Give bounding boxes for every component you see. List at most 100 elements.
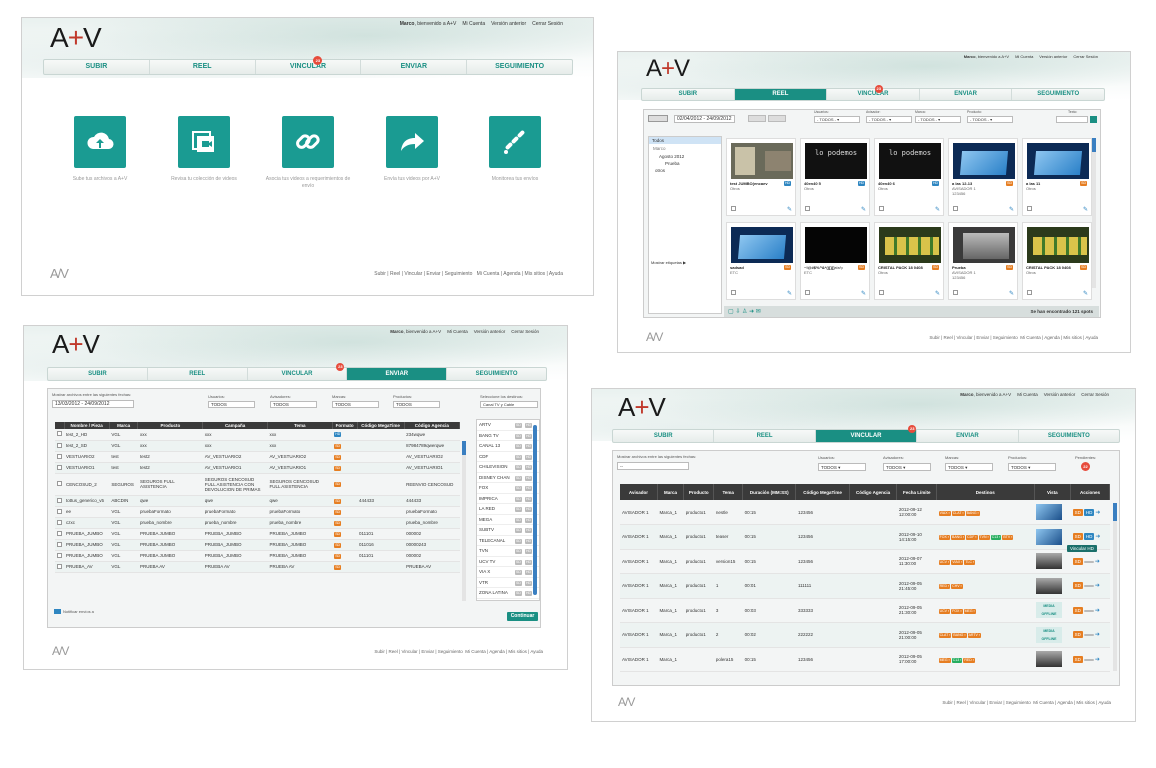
continue-button[interactable]: Continuar — [507, 612, 538, 621]
hd-toggle[interactable]: HD — [525, 559, 533, 565]
row-checkbox[interactable] — [57, 481, 62, 486]
table-row[interactable]: ee VGL pruebaFormato pruebaFormato pruebaFor… — [55, 506, 460, 518]
date-range-input[interactable]: 02/04/2012 - 24/09/2012 — [674, 115, 735, 123]
column-header[interactable]: Destinos — [936, 484, 1035, 500]
home-tile-3[interactable] — [282, 116, 334, 168]
link-hd-button[interactable]: HD — [1083, 508, 1095, 516]
row-checkbox[interactable] — [57, 563, 62, 569]
filter-select[interactable]: TODOS ▾ — [1008, 463, 1056, 471]
row-checkbox[interactable] — [57, 508, 62, 514]
hd-toggle[interactable]: HD — [525, 465, 533, 470]
hd-toggle[interactable]: HD — [525, 549, 533, 554]
footer-account-links[interactable]: Mi Cuenta | Agenda | Mis sitios | Ayuda — [477, 271, 563, 277]
destination-tag[interactable]: FOX ▪ — [938, 535, 950, 541]
tab-enviar[interactable]: ENVIAR — [347, 368, 448, 380]
table-row[interactable]: AVISADOR 1 Marca_1 producto1 3 00:03 333333 20… — [620, 598, 1110, 623]
previous-version-link[interactable]: Versión anterior — [474, 329, 506, 334]
table-scrollbar[interactable] — [462, 441, 466, 601]
sd-toggle[interactable]: SD — [515, 591, 522, 596]
row-checkbox-cell[interactable] — [55, 528, 64, 540]
destination-item[interactable]: VTR SD HD — [477, 578, 539, 588]
table-row[interactable]: VESTUARIO2 test test2 AV_VESTUARIO2 AV_VESTU… — [55, 451, 460, 463]
destination-item[interactable]: TELECANAL SD HD — [477, 536, 539, 546]
link-hd-button[interactable] — [1083, 658, 1094, 661]
tree-folder[interactable]: Agosto 2012 — [649, 153, 721, 160]
video-card[interactable]: lo podemos 40en40 6 Otros HD ✎ — [874, 138, 944, 216]
row-checkbox-cell[interactable] — [55, 495, 64, 507]
filter-select[interactable]: TODOS — [393, 401, 440, 408]
column-header[interactable]: Marca — [109, 422, 139, 429]
edit-icon[interactable]: ✎ — [861, 206, 866, 213]
forward-icon[interactable]: ➜ — [1095, 559, 1100, 565]
logout-link[interactable]: Cerrar Sesión — [1081, 392, 1109, 397]
select-checkbox[interactable] — [731, 290, 736, 295]
hd-toggle[interactable]: HD — [525, 570, 533, 575]
home-tile-4[interactable] — [386, 116, 438, 168]
video-card[interactable]: sadsad ETC SD ✎ — [726, 222, 796, 300]
hd-toggle[interactable]: HD — [525, 454, 533, 460]
destination-tag[interactable]: TLC ▪ — [964, 559, 976, 565]
link-sd-button[interactable]: SD — [1072, 533, 1083, 541]
search-button[interactable] — [1090, 116, 1097, 123]
tab-subir[interactable]: SUBIR — [48, 368, 148, 380]
previous-version-link[interactable]: Versión anterior — [1044, 392, 1076, 397]
destination-tag[interactable]: BANG ▪ — [965, 510, 980, 516]
table-row[interactable]: czxc VGL prueba_nombre prueba_nombre prueba_… — [55, 517, 460, 529]
sd-toggle[interactable]: SD — [515, 559, 522, 565]
table-row[interactable]: test_2_SD VGL xxx xxx xxx SD 87984789qwerqwe — [55, 440, 460, 452]
tab-seguimiento[interactable]: SEGUIMIENTO — [447, 368, 546, 380]
column-header[interactable]: Producto — [137, 422, 204, 429]
table-row[interactable]: tottus_generico_v5 ABCDIN qwe qwe qwe SD 44443… — [55, 495, 460, 507]
link-hd-button[interactable] — [1083, 634, 1094, 637]
filter-select[interactable]: TODOS — [208, 401, 255, 408]
hd-toggle[interactable]: HD — [525, 486, 533, 491]
destination-item[interactable]: ZONA LATINA SD HD — [477, 588, 539, 599]
link-sd-button[interactable]: SD — [1072, 606, 1083, 614]
video-thumbnail[interactable] — [879, 227, 941, 263]
footer-nav-links[interactable]: Subir | Reel | Vincular | Enviar | Segui… — [374, 271, 472, 277]
destination-item[interactable]: FOX SD HD — [477, 483, 539, 494]
tab-reel[interactable]: REEL — [150, 60, 256, 74]
preview-thumb[interactable] — [1036, 577, 1063, 594]
hd-toggle[interactable]: HD — [525, 517, 533, 523]
account-link[interactable]: Mi Cuenta — [1017, 392, 1038, 397]
video-card[interactable]: lo podemos 40en40 5 Otros HD ✎ — [800, 138, 870, 216]
video-thumbnail[interactable] — [953, 227, 1015, 263]
link-sd-button[interactable]: SD — [1072, 508, 1083, 516]
destination-item[interactable]: SUBTV SD HD — [477, 525, 539, 536]
tab-vincular[interactable]: VINCULAR 23 — [827, 85, 920, 100]
row-checkbox[interactable] — [57, 497, 62, 503]
row-checkbox[interactable] — [57, 541, 62, 547]
select-checkbox[interactable] — [879, 290, 884, 295]
destination-item[interactable]: TVN SD HD — [477, 546, 539, 557]
table-row[interactable]: PRUEBA_JUMBO VGL PRUEBA JUMBO PRUEBA_JUMBO P… — [55, 528, 460, 540]
link-sd-button[interactable]: SD — [1072, 557, 1083, 565]
destination-tag[interactable]: ARTV ▪ — [967, 633, 982, 639]
video-thumbnail[interactable] — [731, 227, 793, 263]
preview-thumb[interactable] — [1036, 504, 1063, 520]
show-tags-toggle[interactable]: Mostrar etiquetas ▶ — [651, 260, 686, 265]
table-row[interactable]: CENCOSUD_2 SEGUROS SEGUROS FULL ASISTENCIA… — [55, 473, 460, 496]
tab-enviar[interactable]: ENVIAR — [361, 60, 468, 74]
sd-toggle[interactable]: SD — [515, 475, 522, 481]
sd-toggle[interactable]: SD — [515, 580, 522, 586]
hd-toggle[interactable]: HD — [525, 507, 533, 512]
destination-tag[interactable]: CLAT ▪ — [951, 510, 965, 516]
destination-tag[interactable]: C13 ▪ — [951, 657, 963, 663]
table-row[interactable]: test_2_HD VGL xxx xxx xxx HD 234wqwe — [55, 429, 460, 441]
video-thumbnail[interactable]: lo podemos — [879, 143, 941, 179]
video-thumbnail[interactable] — [731, 143, 793, 179]
edit-icon[interactable]: ✎ — [935, 290, 940, 297]
table-row[interactable]: AVISADOR 1 Marca_1 producto1 2 00:02 222222 20… — [620, 622, 1110, 648]
video-card[interactable]: CRISTAL PACK 18 0408 Otros SD ✎ — [874, 222, 944, 300]
video-card[interactable]: ~!@#$%^&*()[]{}<>/;: ETC SD ✎ — [800, 222, 870, 300]
hd-toggle[interactable]: HD — [525, 580, 533, 586]
filter-select[interactable]: - TODOS - ▾ — [915, 116, 961, 123]
row-checkbox-cell[interactable] — [55, 451, 64, 463]
tab-subir[interactable]: SUBIR — [44, 60, 150, 74]
row-checkbox-cell[interactable] — [55, 462, 64, 474]
filter-select[interactable]: TODOS — [270, 401, 317, 408]
edit-icon[interactable]: ✎ — [1083, 206, 1088, 213]
column-header[interactable]: Código Agencia — [404, 422, 461, 429]
select-checkbox[interactable] — [1027, 206, 1032, 211]
